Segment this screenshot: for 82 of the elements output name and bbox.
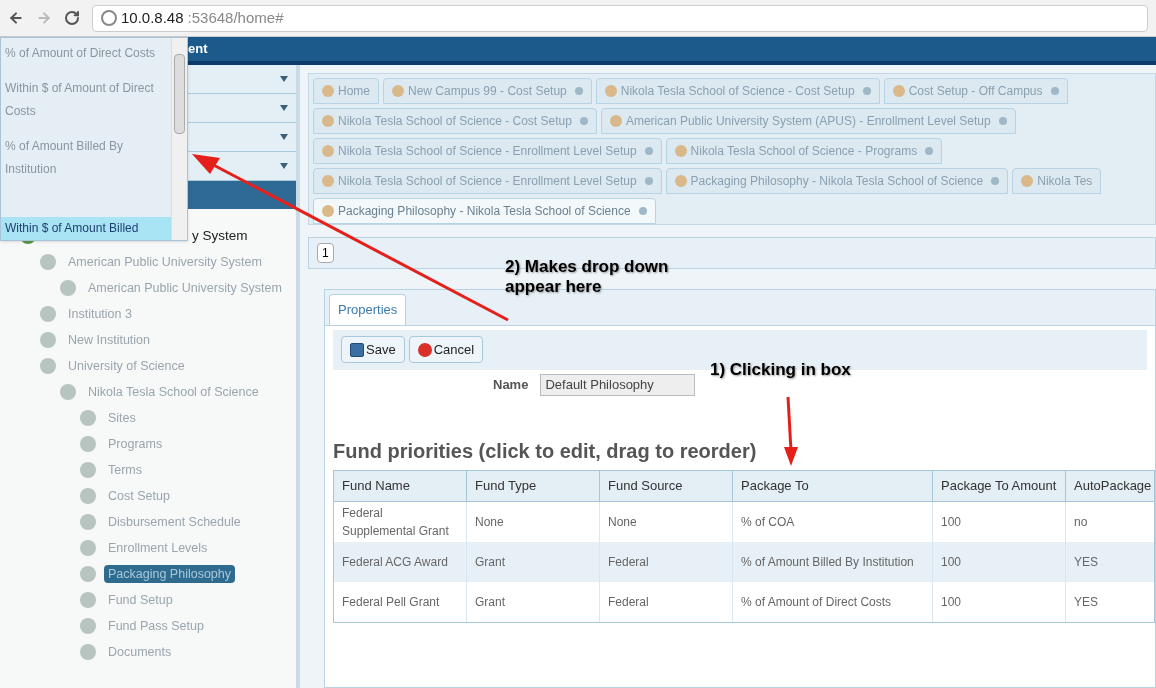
tab[interactable]: Nikola Tes [1012,168,1102,194]
table-cell: % of Amount of Direct Costs [733,581,933,622]
tab-label: Nikola Tesla School of Science - Programs [690,143,918,160]
cancel-button[interactable]: Cancel [408,336,484,363]
tab[interactable]: Nikola Tesla School of Science - Enrollment Level Setup [313,168,662,194]
table-cell: None [600,501,733,542]
tab[interactable]: Nikola Tesla School of Science - Cost Setup [313,108,597,134]
column-header[interactable]: Package To [733,470,933,501]
tab-label: New Campus 99 - Cost Setup [408,83,567,100]
tree-item[interactable]: Packaging Philosophy [104,564,235,584]
tab[interactable]: New Campus 99 - Cost Setup [383,78,592,104]
tree-item[interactable]: Cost Setup [104,486,174,506]
tree-item[interactable]: New Institution [64,330,154,350]
annotation-text: 2) Makes drop down appear here [505,257,670,297]
tree-item[interactable]: Sites [104,408,140,428]
table-cell: 100 [933,501,1066,542]
tab[interactable]: Nikola Tesla School of Science - Enrollment Level Setup [313,138,662,164]
url-host: 10.0.8.48 [121,7,184,28]
column-header[interactable]: AutoPackage [1066,470,1156,501]
page-button[interactable]: 1 [317,243,334,263]
tab-label: Nikola Tesla School of Science - Cost Setup [620,83,855,100]
tree-item[interactable]: Nikola Tesla School of Science [84,382,263,402]
tree-item[interactable]: American Public University System [64,252,266,272]
tree-item[interactable]: y System [188,225,252,247]
table-cell: Federal Supplemental Grant [334,501,467,542]
dropdown-option[interactable]: Within $ of Amount of Direct Costs [1,77,171,123]
column-header[interactable]: Fund Source [600,470,733,501]
tree-item[interactable]: Enrollment Levels [104,538,212,558]
table-cell: % of Amount Billed By Institution [733,541,933,582]
table-cell: no [1066,501,1156,542]
table-cell: Grant [467,541,600,582]
tab[interactable]: Nikola Tesla School of Science - Cost Setup [595,78,880,104]
url-path: :53648/home# [187,7,284,28]
tab[interactable]: Packaging Philosophy - Nikola Tesla School of Science [665,168,1009,194]
tab-label: Cost Setup - Off Campus [908,83,1043,100]
table-cell: Grant [467,581,600,622]
save-button[interactable]: Save [341,336,405,363]
tree-item[interactable]: Documents [104,642,176,662]
table-cell: 100 [933,581,1066,622]
tree-item[interactable]: Programs [104,434,167,454]
address-bar[interactable]: 10.0.8.48 :53648/home# [92,4,1148,32]
tree-item[interactable]: Terms [104,460,147,480]
table-cell: YES [1066,541,1156,582]
panel-tab[interactable]: Properties [329,294,407,325]
tab-label: Home [338,83,370,100]
dropdown-option[interactable]: % of Amount Billed By Institution [1,135,171,181]
tab-label: Nikola Tesla School of Science - Cost Setup [338,113,572,130]
table-cell: Federal Pell Grant [334,581,467,622]
table-cell: Federal ACG Award [334,541,467,582]
column-header[interactable]: Fund Name [334,470,467,501]
name-field[interactable]: Default Philosophy [540,373,696,396]
table-cell: YES [1066,581,1156,622]
column-header[interactable]: Fund Type [467,470,600,501]
tree-item[interactable]: Institution 3 [64,304,136,324]
tab[interactable]: Home [313,78,379,104]
name-label: Name [493,375,529,394]
table-cell: 100 [933,541,1066,582]
table-cell: None [467,501,600,542]
table-cell: Federal [600,581,733,622]
table-cell: Federal [600,541,733,582]
tab-label: Packaging Philosophy - Nikola Tesla School of Science [338,203,631,220]
tab-label: American Public University System (APUS) - Enrollment Level Setup [625,113,991,130]
section-title: Fund priorities (click to edit, drag to reorder) [333,438,758,464]
tab-label: Nikola Tesla School of Science - Enrollment Level Setup [338,143,637,160]
table-row[interactable]: Federal ACG Award Grant Federal % of Amount Billed By Institution 100 YES [334,541,1154,582]
table-cell: % of COA [733,501,933,542]
app-title: ent [188,40,208,59]
tree-item[interactable]: Fund Setup [104,590,177,610]
tree-item[interactable]: Disbursement Schedule [104,512,245,532]
tab[interactable]: Nikola Tesla School of Science - Programs [665,138,943,164]
tree-item[interactable]: Fund Pass Setup [104,616,208,636]
tab-label: Packaging Philosophy - Nikola Tesla School of Science [690,173,984,190]
tab[interactable]: American Public University System (APUS) - Enrollment Level Setup [600,108,1016,134]
tree-item[interactable]: University of Science [64,356,189,376]
column-header[interactable]: Package To Amount [933,470,1066,501]
dropdown-option[interactable]: % of Amount of Direct Costs [1,42,171,65]
annotation-text: 1) Clicking in box [710,359,851,381]
tree-item[interactable]: American Public University System [84,278,286,298]
tab-label: Nikola Tes [1037,173,1093,190]
tab[interactable]: Packaging Philosophy - Nikola Tesla School of Science [313,198,656,224]
tab-label: Nikola Tesla School of Science - Enrollment Level Setup [338,173,637,190]
tab[interactable]: Cost Setup - Off Campus [883,78,1068,104]
